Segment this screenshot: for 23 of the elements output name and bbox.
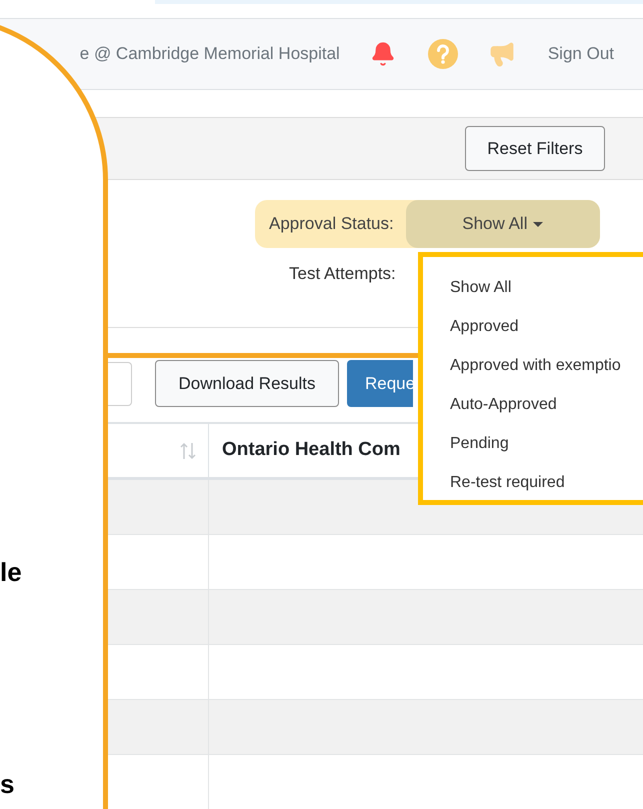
- download-results-button[interactable]: Download Results: [155, 360, 339, 407]
- approval-status-dropdown[interactable]: Show All: [406, 200, 600, 248]
- sign-out-link[interactable]: Sign Out: [548, 41, 614, 67]
- reset-filters-button[interactable]: Reset Filters: [465, 126, 605, 171]
- request-button[interactable]: Reque: [347, 360, 413, 407]
- menu-item[interactable]: Show All: [450, 276, 512, 300]
- menu-item[interactable]: Approved: [450, 314, 518, 338]
- caret-icon: [533, 222, 544, 226]
- megaphone-icon[interactable]: [488, 40, 516, 68]
- callout-text: le: [0, 557, 22, 587]
- user-location-text: e @ Cambridge Memorial Hospital: [80, 43, 340, 66]
- menu-item[interactable]: Approved with exemptio: [450, 354, 621, 378]
- column-header[interactable]: Ontario Health Com: [222, 436, 400, 465]
- input-field[interactable]: [108, 362, 132, 406]
- approval-status-label: Approval Status:: [269, 213, 394, 236]
- test-attempts-label: Test Attempts:: [289, 263, 396, 286]
- menu-item[interactable]: Pending: [450, 432, 509, 456]
- menu-item[interactable]: Auto-Approved: [450, 392, 557, 416]
- bell-icon[interactable]: [370, 40, 396, 68]
- help-icon[interactable]: [428, 39, 458, 69]
- callout-text: s: [0, 769, 14, 799]
- menu-item[interactable]: Re-test required: [450, 470, 565, 494]
- sort-icon[interactable]: [178, 440, 198, 460]
